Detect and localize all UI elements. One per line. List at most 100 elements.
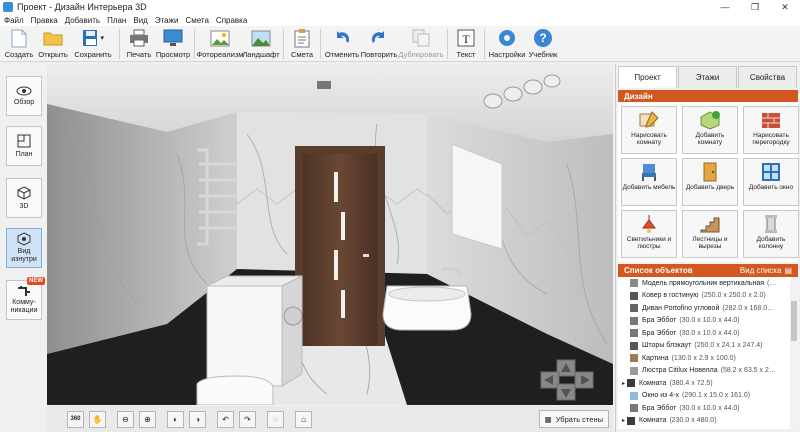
rotate-360-button[interactable]: 360 [67, 410, 84, 428]
monitor-icon [162, 28, 184, 48]
new-badge: NEW [27, 277, 45, 285]
minimize-button[interactable]: — [710, 0, 740, 14]
close-button[interactable]: ✕ [770, 0, 800, 14]
list-item[interactable]: ▸ Комната (230.0 x 480.0) [618, 415, 798, 428]
menu-plan[interactable]: План [107, 16, 126, 25]
help-icon: ? [532, 28, 554, 48]
object-icon [630, 404, 638, 413]
list-item[interactable]: Бра Эббот (30.0 x 10.0 x 44.0) [618, 315, 798, 328]
expand-icon[interactable]: ▸ [622, 417, 625, 424]
toolbar-separator [447, 29, 448, 59]
scrollbar-thumb[interactable] [791, 301, 797, 341]
tab-properties[interactable]: Свойства [738, 66, 797, 88]
tab-project[interactable]: Проект [618, 66, 677, 88]
hand-icon[interactable]: ✋ [89, 410, 106, 428]
window-icon [762, 163, 780, 181]
draw-partition-button[interactable]: Нарисовать перегородку [743, 106, 799, 154]
lights-button[interactable]: Светильники и люстры [621, 210, 677, 258]
room-icon [627, 379, 636, 388]
undo-icon [331, 28, 353, 48]
menu-file[interactable]: Файл [4, 16, 24, 25]
list-item[interactable]: Шторы блэкаут (250.0 x 24.1 x 247.4) [618, 340, 798, 353]
toolbar-separator [194, 29, 195, 59]
door [303, 154, 377, 346]
add-window-button[interactable]: Добавить окно [743, 158, 799, 206]
zoom-out-icon[interactable]: ⊖ [117, 410, 134, 428]
menu-help[interactable]: Справка [216, 16, 247, 25]
communications-button[interactable]: NEW Комму-никации [6, 277, 45, 320]
pipes-icon [18, 286, 30, 296]
list-item[interactable]: ▸ Комната (380.4 x 72.5) [618, 377, 798, 390]
clipboard-icon [291, 28, 313, 48]
list-item[interactable]: Окно из 4-х (290.1 x 15.0 x 161.0) [618, 390, 798, 403]
save-button[interactable]: ▾ Сохранить [70, 26, 116, 62]
add-furniture-button[interactable]: Добавить мебель [621, 158, 677, 206]
list-item[interactable]: Ковер в гостиную (250.0 x 250.0 x 2.0) [618, 290, 798, 303]
list-item[interactable]: Диван Portofino угловой (282.0 x 168.0… [618, 302, 798, 315]
landscape-button[interactable]: Ландшафт [242, 26, 280, 62]
view-mode-sidebar: Обзор План 3D Вид изнутри NEW Комму-ника… [0, 62, 46, 432]
menu-edit[interactable]: Правка [31, 16, 58, 25]
add-column-button[interactable]: Добавить колонну [743, 210, 799, 258]
list-item[interactable]: Бра Эббот (30.0 x 10.0 x 44.0) [618, 327, 798, 340]
list-item[interactable]: Модель прямоугольник вертикальная (… [618, 277, 798, 290]
maximize-button[interactable]: ❐ [740, 0, 770, 14]
chevron-down-icon[interactable]: ▾ [100, 34, 104, 42]
text-button[interactable]: T Текст [451, 26, 481, 62]
draw-room-button[interactable]: Нарисовать комнату [621, 106, 677, 154]
duplicate-icon [410, 28, 432, 48]
menu-floors[interactable]: Этажи [155, 16, 179, 25]
stairs-button[interactable]: Лестницы и вырезы [682, 210, 738, 258]
estimate-button[interactable]: Смета [287, 26, 317, 62]
undo-button[interactable]: Отменить [324, 26, 360, 62]
landscape-icon [250, 28, 272, 48]
redo-button[interactable]: Повторить [360, 26, 398, 62]
add-door-button[interactable]: Добавить дверь [682, 158, 738, 206]
zoom-in-icon[interactable]: ⊕ [139, 410, 156, 428]
open-button[interactable]: Открыть [36, 26, 70, 62]
tutorial-button[interactable]: ? Учебник [526, 26, 560, 62]
settings-button[interactable]: Настройки [488, 26, 526, 62]
list-item[interactable]: Люстра Citilux Новелла (58.2 x 63.5 x 2… [618, 365, 798, 378]
text-icon: T [455, 28, 477, 48]
floppy-icon: ▾ [82, 28, 104, 48]
menu-estimate[interactable]: Смета [185, 16, 208, 25]
add-room-button[interactable]: Добавить комнату [682, 106, 738, 154]
preview-button[interactable]: Просмотр [155, 26, 191, 62]
photoreal-button[interactable]: Фотореализм [197, 26, 243, 62]
overview-button[interactable]: Обзор [6, 76, 42, 116]
chair-icon [642, 164, 656, 181]
lamp-icon [642, 215, 656, 233]
toilet [196, 375, 274, 405]
room-icon [627, 416, 636, 425]
lightbulb-icon[interactable]: ◌ [267, 410, 284, 428]
orbit-right-icon[interactable]: ↷ [239, 410, 256, 428]
orbit-left-icon[interactable]: ↶ [217, 410, 234, 428]
list-item[interactable]: Картина (130.0 x 2.9 x 100.0) [618, 352, 798, 365]
print-button[interactable]: Печать [123, 26, 155, 62]
picture-icon [209, 28, 231, 48]
create-button[interactable]: Создать [2, 26, 36, 62]
scrollbar[interactable] [790, 277, 798, 429]
home-icon[interactable]: ⌂ [295, 410, 312, 428]
view-inside-button[interactable]: Вид изнутри [6, 228, 42, 268]
tab-floors[interactable]: Этажи [678, 66, 737, 88]
remove-walls-button[interactable]: ▦ Убрать стены [538, 410, 609, 428]
add-room-icon [700, 111, 720, 130]
list-item[interactable]: Бра Эббот (30.0 x 10.0 x 44.0) [618, 402, 798, 415]
3d-viewport[interactable] [47, 64, 613, 405]
expand-icon[interactable]: ▸ [622, 380, 625, 387]
plan-button[interactable]: План [6, 126, 42, 166]
cube-icon [17, 185, 31, 200]
rotate-icon[interactable]: ◑ [189, 410, 206, 428]
duplicate-button[interactable]: Дублировать [398, 26, 444, 62]
view-list-toggle[interactable]: Вид списка ▤ [740, 266, 792, 275]
view-3d-button[interactable]: 3D [6, 178, 42, 218]
walk-icon[interactable]: ◐ [167, 410, 184, 428]
svg-text:?: ? [539, 31, 546, 45]
main-toolbar: Создать Открыть ▾ Сохранить Печать Просм… [0, 26, 800, 62]
menu-view[interactable]: Вид [133, 16, 147, 25]
viewport-toolbar: 360 ✋ ⊖ ⊕ ◐ ◑ ↶ ↷ ◌ ⌂ ▦ Убрать стены [47, 406, 613, 432]
menu-add[interactable]: Добавить [65, 16, 100, 25]
object-icon [630, 354, 638, 363]
